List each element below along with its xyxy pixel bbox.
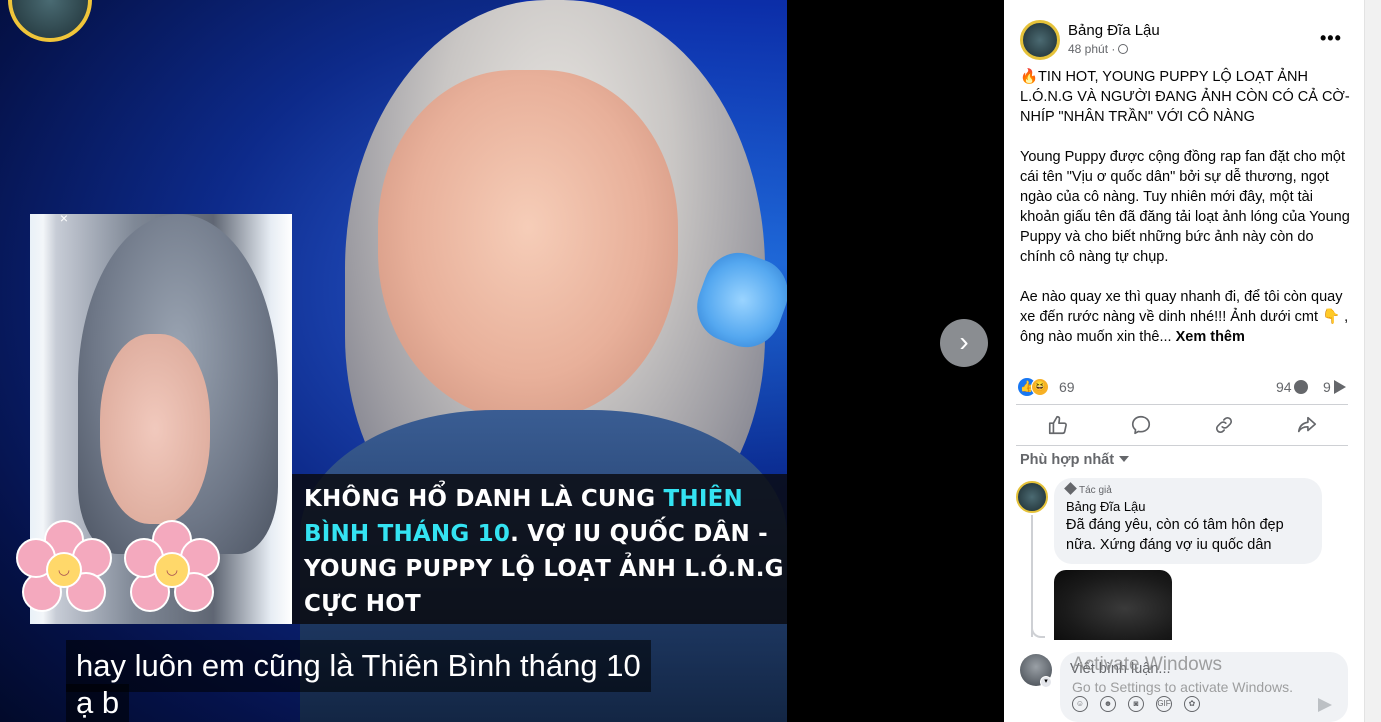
sticker-icon[interactable]: ✿ bbox=[1184, 696, 1200, 712]
post-panel: Bảng Đĩa Lậu 48 phút · ••• 🔥TIN HOT, YOU… bbox=[1004, 0, 1364, 722]
page-name[interactable]: Bảng Đĩa Lậu bbox=[1068, 22, 1160, 39]
post-time-text[interactable]: 48 phút · bbox=[1068, 42, 1115, 56]
reactions-bar: 👍 😆 69 94 9 bbox=[1018, 377, 1354, 397]
post-photo[interactable]: × ◡ ◡ KHÔNG HỔ DANH LÀ CUNG THIÊN BÌNH T… bbox=[0, 0, 787, 722]
video-subtitle: hay luôn em cũng là Thiên Bình tháng 10 bbox=[66, 640, 651, 692]
post-paragraph: Ae nào quay xe thì quay nhanh đi, để tôi… bbox=[1020, 289, 1349, 345]
reply-composer: ▾ ☺ ☻ ◙ GIF ✿ bbox=[1004, 640, 1364, 722]
inset-close-icon: × bbox=[59, 210, 69, 226]
thumbs-up-icon bbox=[1048, 415, 1067, 435]
next-photo-button[interactable]: › bbox=[940, 319, 988, 367]
share-count[interactable]: 9 bbox=[1323, 379, 1346, 395]
haha-reaction-icon[interactable]: 😆 bbox=[1031, 378, 1049, 396]
caret-down-icon bbox=[1119, 456, 1130, 462]
globe-icon bbox=[1118, 44, 1129, 54]
caption-line: YOUNG PUPPY LỘ LOẠT ẢNH L.Ó.N.G bbox=[304, 556, 784, 582]
thread-elbow bbox=[1031, 620, 1045, 638]
post-body: 🔥TIN HOT, YOUNG PUPPY LỘ LOẠT ẢNH L.Ó.N.… bbox=[1020, 67, 1350, 367]
copy-link-button[interactable] bbox=[1182, 405, 1265, 445]
share-icon bbox=[1297, 416, 1316, 433]
see-more-link[interactable]: Xem thêm bbox=[1176, 329, 1245, 345]
scrollbar[interactable] bbox=[1364, 0, 1381, 722]
comment-sort-label: Phù hợp nhất bbox=[1020, 452, 1115, 468]
video-subtitle: ạ b bbox=[66, 684, 130, 722]
camera-icon[interactable]: ◙ bbox=[1128, 696, 1144, 712]
send-icon[interactable] bbox=[1318, 698, 1332, 712]
share-button[interactable] bbox=[1265, 405, 1348, 445]
avatar-sticker-icon[interactable]: ☺ bbox=[1072, 696, 1088, 712]
inset-face bbox=[100, 334, 210, 524]
divider bbox=[1016, 445, 1348, 446]
photo-subject-face bbox=[378, 70, 678, 420]
comment-author-avatar[interactable] bbox=[1016, 481, 1048, 513]
comment-box[interactable]: ☺ ☻ ◙ GIF ✿ bbox=[1060, 652, 1348, 722]
caption-line: KHÔNG HỔ DANH LÀ CUNG THIÊN bbox=[304, 486, 743, 512]
comment-author-name[interactable]: Bảng Đĩa Lậu bbox=[1066, 499, 1310, 514]
comment-input[interactable] bbox=[1070, 661, 1330, 677]
caption-line: CỰC HOT bbox=[304, 591, 421, 617]
comment-count[interactable]: 94 bbox=[1276, 379, 1308, 395]
comment-button[interactable] bbox=[1099, 405, 1182, 445]
link-icon bbox=[1215, 416, 1232, 434]
more-options-icon[interactable]: ••• bbox=[1320, 28, 1342, 49]
thread-line bbox=[1031, 515, 1033, 637]
post-timestamp[interactable]: 48 phút · bbox=[1068, 42, 1129, 56]
comment-image[interactable] bbox=[1054, 570, 1172, 640]
account-switch-icon[interactable]: ▾ bbox=[1040, 676, 1052, 688]
post-header: Bảng Đĩa Lậu 48 phút · ••• bbox=[1020, 18, 1350, 62]
comment-tools: ☺ ☻ ◙ GIF ✿ bbox=[1072, 696, 1200, 712]
photo-caption-overlay: KHÔNG HỔ DANH LÀ CUNG THIÊN BÌNH THÁNG 1… bbox=[292, 474, 787, 624]
like-button[interactable] bbox=[1016, 405, 1099, 445]
media-viewer[interactable]: × ◡ ◡ KHÔNG HỔ DANH LÀ CUNG THIÊN BÌNH T… bbox=[0, 0, 1004, 722]
reaction-count[interactable]: 69 bbox=[1059, 379, 1075, 395]
flower-sticker-icon: ◡ bbox=[14, 520, 114, 620]
pen-icon bbox=[1064, 482, 1077, 495]
author-badge: Tác giả bbox=[1064, 482, 1310, 496]
caption-line: BÌNH THÁNG 10. VỢ IU QUỐC DÂN - bbox=[304, 521, 768, 547]
comment-sort-dropdown[interactable]: Phù hợp nhất bbox=[1020, 452, 1130, 468]
comment-count-icon bbox=[1293, 380, 1308, 394]
page-avatar[interactable] bbox=[1020, 20, 1060, 60]
comment-bubble: Tác giả Bảng Đĩa Lậu Đã đáng yêu, còn có… bbox=[1054, 478, 1322, 564]
emoji-icon[interactable]: ☻ bbox=[1100, 696, 1116, 712]
photo-channel-logo bbox=[8, 0, 92, 42]
gif-icon[interactable]: GIF bbox=[1156, 696, 1172, 712]
comment-icon bbox=[1131, 415, 1150, 435]
comment-text: Đã đáng yêu, còn có tâm hôn đẹp nữa. Xứn… bbox=[1066, 517, 1284, 553]
post-headline: 🔥TIN HOT, YOUNG PUPPY LỘ LOẠT ẢNH L.Ó.N.… bbox=[1020, 69, 1350, 125]
flower-sticker-icon: ◡ bbox=[122, 520, 222, 620]
share-count-icon bbox=[1333, 380, 1346, 394]
post-actions bbox=[1016, 405, 1348, 445]
facebook-photo-viewer: × ◡ ◡ KHÔNG HỔ DANH LÀ CUNG THIÊN BÌNH T… bbox=[0, 0, 1381, 722]
post-paragraph: Young Puppy được cộng đồng rap fan đặt c… bbox=[1020, 149, 1350, 265]
